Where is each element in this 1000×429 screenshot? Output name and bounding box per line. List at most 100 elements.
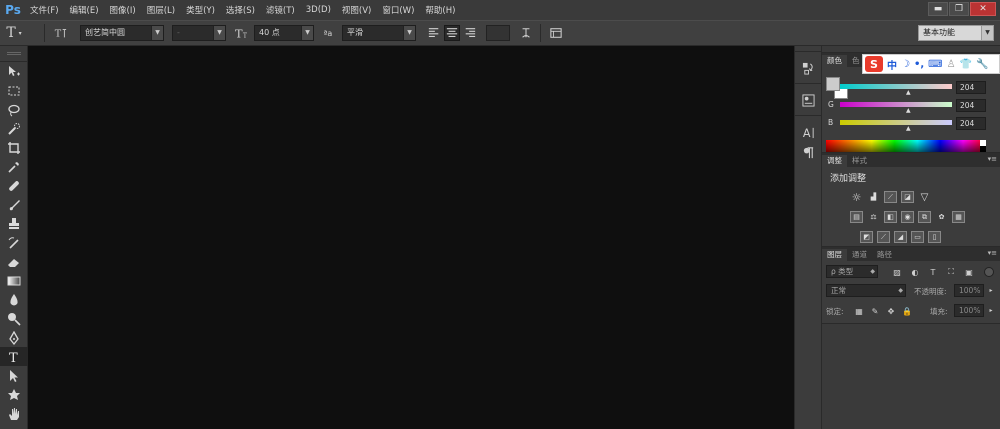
antialias-dropdown[interactable]: 平滑 ▼ [342,25,416,41]
tab-paths[interactable]: 路径 [872,249,897,261]
slider-thumb-icon[interactable]: ▲ [906,107,911,114]
filter-adjustment-icon[interactable]: ◐ [910,267,920,277]
warp-text-icon[interactable] [518,25,534,41]
vibrance-icon[interactable]: ▽ [918,191,931,203]
restore-button[interactable]: ❐ [949,2,969,16]
move-tool[interactable] [0,62,28,81]
channel-mixer-icon[interactable]: ⧉ [918,211,931,223]
user-icon[interactable]: ♙ [947,59,956,70]
clone-stamp-tool[interactable] [0,214,28,233]
wrench-icon[interactable]: 🔧 [976,59,988,70]
filter-toggle[interactable] [984,267,994,277]
font-style-dropdown[interactable]: - ▼ [172,25,226,41]
gradient-tool[interactable] [0,271,28,290]
red-slider[interactable] [840,84,952,89]
menu-image[interactable]: 图像(I) [106,4,140,16]
menu-layer[interactable]: 图层(L) [143,4,179,16]
hue-saturation-icon[interactable]: ▤ [850,211,863,223]
filter-pixel-icon[interactable]: ▨ [892,267,902,277]
panel-menu-icon[interactable]: ▾≡ [988,155,997,163]
path-selection-tool[interactable] [0,366,28,385]
slider-thumb-icon[interactable]: ▲ [906,125,911,132]
character-panel-button[interactable]: A [795,122,821,142]
ime-chinese-mode[interactable]: 中 [887,57,897,72]
crop-tool[interactable] [0,138,28,157]
character-panel-icon[interactable] [548,25,564,41]
menu-edit[interactable]: 编辑(E) [66,4,103,16]
selective-color-icon[interactable]: ▯ [928,231,941,243]
foreground-color-swatch[interactable] [826,77,840,91]
fill-field[interactable]: 100% [954,304,984,317]
align-center-icon[interactable] [444,25,460,41]
tab-layers[interactable]: 图层 [822,249,847,261]
opacity-field[interactable]: 100% [954,284,984,297]
color-lookup-icon[interactable]: ✿ [935,211,948,223]
menu-select[interactable]: 选择(S) [222,4,259,16]
tab-styles[interactable]: 样式 [847,155,872,167]
sogou-logo[interactable]: S [865,56,883,72]
document-canvas-area[interactable] [28,46,794,429]
pen-tool[interactable] [0,328,28,347]
exposure-icon[interactable]: ◪ [901,191,914,203]
toolbar-grip[interactable] [0,46,27,62]
threshold-icon[interactable]: ◢ [894,231,907,243]
blue-value-field[interactable]: 204 [956,117,986,130]
type-tool[interactable]: T [0,347,28,366]
text-color-swatch[interactable] [486,25,510,41]
color-spectrum-ramp[interactable] [826,140,986,152]
tab-channels[interactable]: 通道 [847,249,872,261]
dodge-tool[interactable] [0,309,28,328]
blur-tool[interactable] [0,290,28,309]
brush-tool[interactable] [0,195,28,214]
layers-list[interactable] [822,323,1000,429]
healing-brush-tool[interactable] [0,176,28,195]
blue-slider[interactable] [840,120,952,125]
black-white-ramp[interactable] [980,140,986,152]
custom-shape-tool[interactable] [0,385,28,404]
menu-help[interactable]: 帮助(H) [421,4,459,16]
chevron-down-icon[interactable]: ▸ [986,305,996,315]
menu-window[interactable]: 窗口(W) [378,4,418,16]
black-white-icon[interactable]: ◧ [884,211,897,223]
slider-thumb-icon[interactable]: ▲ [906,89,911,96]
green-value-field[interactable]: 204 [956,99,986,112]
curves-icon[interactable]: ⟋ [884,191,897,203]
color-balance-icon[interactable]: ⚖ [867,211,880,223]
menu-view[interactable]: 视图(V) [338,4,375,16]
lock-transparency-icon[interactable]: ▦ [854,306,864,316]
toggle-text-orientation-icon[interactable]: T [52,25,68,41]
minimize-button[interactable]: ▬ [928,2,948,16]
quick-selection-tool[interactable] [0,119,28,138]
brightness-icon[interactable]: ☼ [850,191,863,204]
history-brush-tool[interactable] [0,233,28,252]
blend-mode-dropdown[interactable]: 正常 ◆ [826,284,906,297]
layer-filter-dropdown[interactable]: ρ 类型 ◆ [826,265,878,278]
filter-shape-icon[interactable]: ⛶ [946,267,956,277]
panel-menu-icon[interactable]: ▾≡ [988,249,997,257]
filter-smart-object-icon[interactable]: ▣ [964,267,974,277]
skin-icon[interactable]: 👕 [960,59,972,70]
posterize-icon[interactable]: ⟋ [877,231,890,243]
align-left-icon[interactable] [426,25,442,41]
workspace-dropdown[interactable]: 基本功能 ▼ [918,25,994,41]
punctuation-icon[interactable]: •, [914,59,924,70]
lock-pixels-icon[interactable]: ✎ [870,306,880,316]
paragraph-panel-button[interactable] [795,142,821,162]
tab-color[interactable]: 颜色 [822,55,847,67]
chevron-down-icon[interactable]: ▸ [986,285,996,295]
font-family-dropdown[interactable]: 创艺简中圆 ▼ [80,25,164,41]
moon-icon[interactable]: ☽ [901,59,910,70]
lock-all-icon[interactable]: 🔒 [902,306,912,316]
menu-file[interactable]: 文件(F) [26,4,63,16]
lock-position-icon[interactable]: ✥ [886,306,896,316]
green-slider[interactable] [840,102,952,107]
hand-tool[interactable] [0,404,28,423]
red-value-field[interactable]: 204 [956,81,986,94]
menu-type[interactable]: 类型(Y) [182,4,219,16]
keyboard-icon[interactable]: ⌨ [928,59,942,70]
tab-adjustments[interactable]: 调整 [822,155,847,167]
close-button[interactable]: ✕ [970,2,996,16]
gradient-map-icon[interactable]: ▭ [911,231,924,243]
filter-type-icon[interactable]: T [928,267,938,277]
menu-3d[interactable]: 3D(D) [302,5,335,15]
